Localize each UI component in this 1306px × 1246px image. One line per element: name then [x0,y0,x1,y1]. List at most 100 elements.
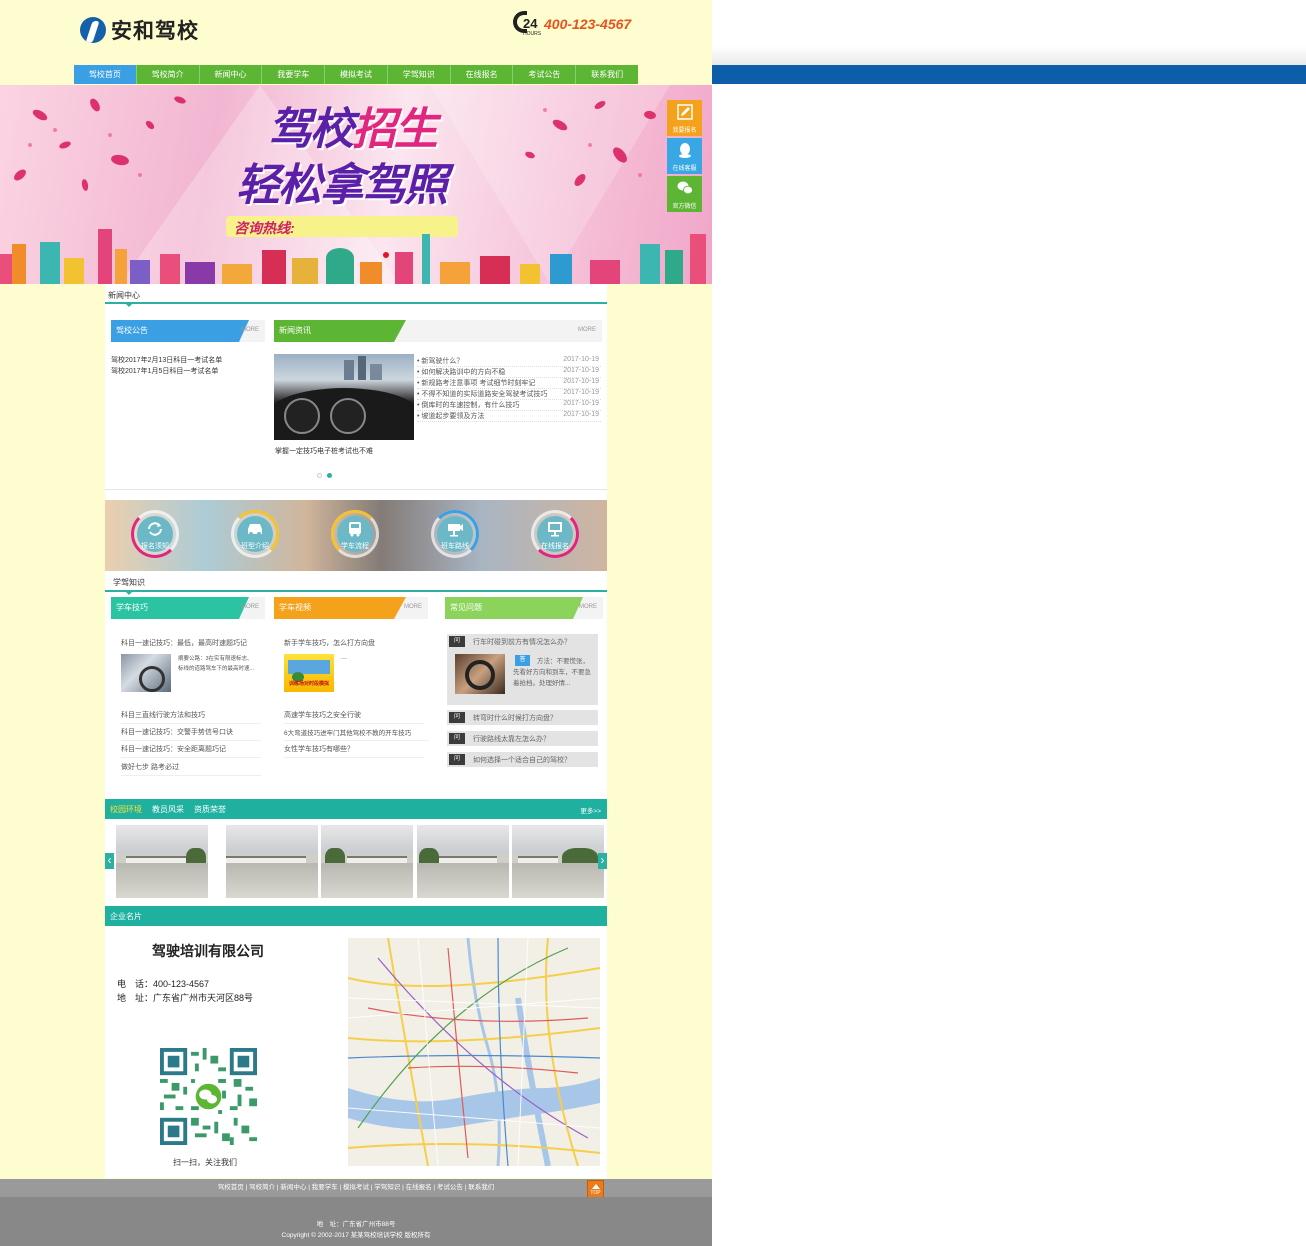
side-signup-button[interactable]: 我要报名 [667,100,702,136]
service-band: 报名须知 班型介绍 学车流程 班车路线 在线报名 [105,500,607,571]
gallery-tab-honors[interactable]: 资质荣誉 [194,804,226,815]
list-item[interactable]: 驾校2017年2月13日科目一考试名单 [111,355,222,366]
nav-item-news[interactable]: 新闻中心 [200,65,263,84]
news-section-title: 新闻中心 [105,284,607,307]
side-wechat-button[interactable]: 官方微信 [667,176,702,212]
news-photo[interactable] [274,354,414,440]
faq-item[interactable]: 问 转弯时什么时候打方向盘？ [447,710,598,725]
circle-online-signup[interactable]: 在线报名 [531,510,579,558]
faq-item[interactable]: 问 如何选择一个适合自己的驾校？ [447,752,598,767]
question-badge: 问 [449,733,465,744]
nav-item-knowledge[interactable]: 学驾知识 [388,65,451,84]
news-more-link[interactable]: MORE [578,327,596,333]
nav-item-signup[interactable]: 在线报名 [451,65,514,84]
list-item[interactable]: 驾校2017年1月5日科目一考试名单 [111,366,222,377]
list-item[interactable]: 科目一速记技巧：安全距离题巧记 [121,744,261,758]
footer-address: 地 址：广东省广州市88号 [316,1221,396,1228]
gallery-tab-coaches[interactable]: 教员风采 [152,804,184,815]
faq-item[interactable]: 问 行驶路线太靠左怎么办？ [447,731,598,746]
circle-signup-notice[interactable]: 报名须知 [131,510,179,558]
footer-info: 地 址：广东省广州市88号 Copyright © 2002-2017 某某驾校… [0,1197,712,1246]
gallery-more-link[interactable]: 更多>> [580,805,601,815]
list-item[interactable]: 高速学车技巧之安全行驶 [284,710,424,724]
news-slider-dot-1[interactable] [317,473,322,478]
video-thumb[interactable]: 训练场对时段模拟 [284,654,334,692]
logo-icon [80,17,106,43]
list-item[interactable]: 女性学车技巧有哪些？ [284,744,424,758]
tips-tab[interactable]: 学车技巧 [111,597,239,619]
tips-top-item[interactable]: 科目一速记技巧：最低，最高时速题巧记 [121,638,247,648]
footer-copyright: Copyright © 2002-2017 某某驾校培训学校 版权所有 [281,1232,431,1239]
list-item[interactable]: • 如何解决路训中的方向不稳 2017-10-19 [417,367,601,378]
news-slider-dot-2[interactable] [327,473,332,478]
gallery-next-button[interactable]: › [598,853,607,869]
gallery-photo[interactable] [321,825,413,898]
nav-item-contact[interactable]: 联系我们 [576,65,638,84]
faq-tab[interactable]: 常见问题 [445,597,573,619]
list-item[interactable]: • 不得不知道的实际道路安全驾驶考试技巧 2017-10-19 [417,389,601,400]
video-top-item[interactable]: 新手学车技巧，怎么打方向盘 [284,638,375,648]
gallery-photo[interactable] [417,825,509,898]
faq-top-question[interactable]: 问 行车时碰到前方有情况怎么办？ 答 方法：不要慌张，先看好方向和到车，不要急着… [447,634,598,705]
tips-thumb[interactable] [121,654,171,692]
hero-banner[interactable]: 驾校招生 轻松拿驾照 咨询热线: [0,85,712,284]
gallery-header: 校园环境 教员风采 资质荣誉 更多>> [105,799,607,819]
list-item[interactable]: 做好七步 路考必过 [121,762,261,776]
nav-item-about[interactable]: 驾校简介 [137,65,200,84]
edit-icon [676,104,693,120]
nav-item-notice[interactable]: 考试公告 [513,65,577,84]
list-item[interactable]: • 倒库时的车速控制，有什么技巧 2017-10-19 [417,400,601,411]
question-badge: 问 [449,636,465,647]
nav-item-learn[interactable]: 我要学车 [262,65,326,84]
gallery-photo[interactable] [226,825,318,898]
circle-label: 在线报名 [541,543,569,550]
circle-process[interactable]: 学车流程 [331,510,379,558]
nav-item-mock-exam[interactable]: 模拟考试 [325,65,388,84]
gallery-prev-button[interactable]: ‹ [105,853,114,869]
notice-header: 驾校公告 MORE [111,320,265,342]
phone-hours-label: HOURS [523,31,542,37]
circle-label: 班车路线 [441,543,469,550]
nav-item-home[interactable]: 驾校首页 [74,65,137,84]
list-item[interactable]: 科目一速记技巧：交警手势信号口诀 [121,727,261,741]
list-item[interactable]: 科目三直线行驶方法和技巧 [121,710,261,724]
city-skyline-illustration [0,229,706,284]
phone-24h-icon: 24 HOURS [511,10,543,38]
page: 安和驾校 24 HOURS 400-123-4567 驾校首页 驾校简介 新闻中… [0,0,712,1246]
news-photo-caption[interactable]: 掌握一定技巧电子桩考试也不难 [275,446,373,457]
footer-links[interactable]: 驾校首页 | 驾校简介 | 新闻中心 | 我要学车 | 模拟考试 | 学驾知识 … [0,1179,712,1197]
side-wechat-label: 官方微信 [672,204,697,210]
circle-bus-route[interactable]: 班车路线 [431,510,479,558]
tips-more-link[interactable]: MORE [241,604,259,610]
notice-list: 驾校2017年2月13日科目一考试名单 驾校2017年1月5日科目一考试名单 [111,355,222,377]
list-item[interactable]: • 坡道起步要领及方法 2017-10-19 [417,411,601,422]
company-name: 驾驶培训有限公司 [152,944,264,960]
nav-extension-bar [712,65,1306,84]
wechat-qr-code[interactable] [160,1048,257,1145]
tips-summary: 摘要公路：3在实有限速标志、标线的道路驾车下的最高时速... [178,656,255,672]
question-badge: 问 [449,712,465,723]
list-item[interactable]: • 新规路考注意事项 考试细节时刻牢记 2017-10-19 [417,378,601,389]
side-service-button[interactable]: 在线客服 [667,138,702,174]
list-item[interactable]: 6大弯道技巧进牢门其他驾校不教的开车技巧 [284,727,429,741]
notice-tab[interactable]: 驾校公告 [111,320,239,342]
gallery-photo[interactable] [116,825,208,898]
gallery-strip: ‹ › [105,825,607,899]
circle-class-types[interactable]: 班型介绍 [231,510,279,558]
video-more-link[interactable]: MORE [404,604,422,610]
notice-more-link[interactable]: MORE [241,327,259,333]
location-map[interactable] [348,938,600,1166]
video-thumb-label: 训练场对时段模拟 [288,681,329,687]
video-tab[interactable]: 学车视频 [274,597,394,619]
news-tab[interactable]: 新闻资讯 [274,320,394,342]
site-logo[interactable]: 安和驾校 [80,16,199,44]
gallery-photo[interactable] [512,825,604,898]
faq-header: 常见问题 MORE [445,597,603,619]
floating-sidebar: 我要报名 在线客服 官方微信 [667,100,702,214]
faq-answer-text: 方法：不要慌张，先看好方向和到车，不要急着抢档。处理好情... [513,658,591,687]
faq-more-link[interactable]: MORE [579,604,597,610]
wechat-icon [677,181,693,195]
gallery-tab-campus[interactable]: 校园环境 [110,804,142,815]
list-item[interactable]: • 新驾驶什么？ 2017-10-19 [417,356,601,367]
company-address: 地 址：广东省广州市天河区88号 [117,993,254,1003]
